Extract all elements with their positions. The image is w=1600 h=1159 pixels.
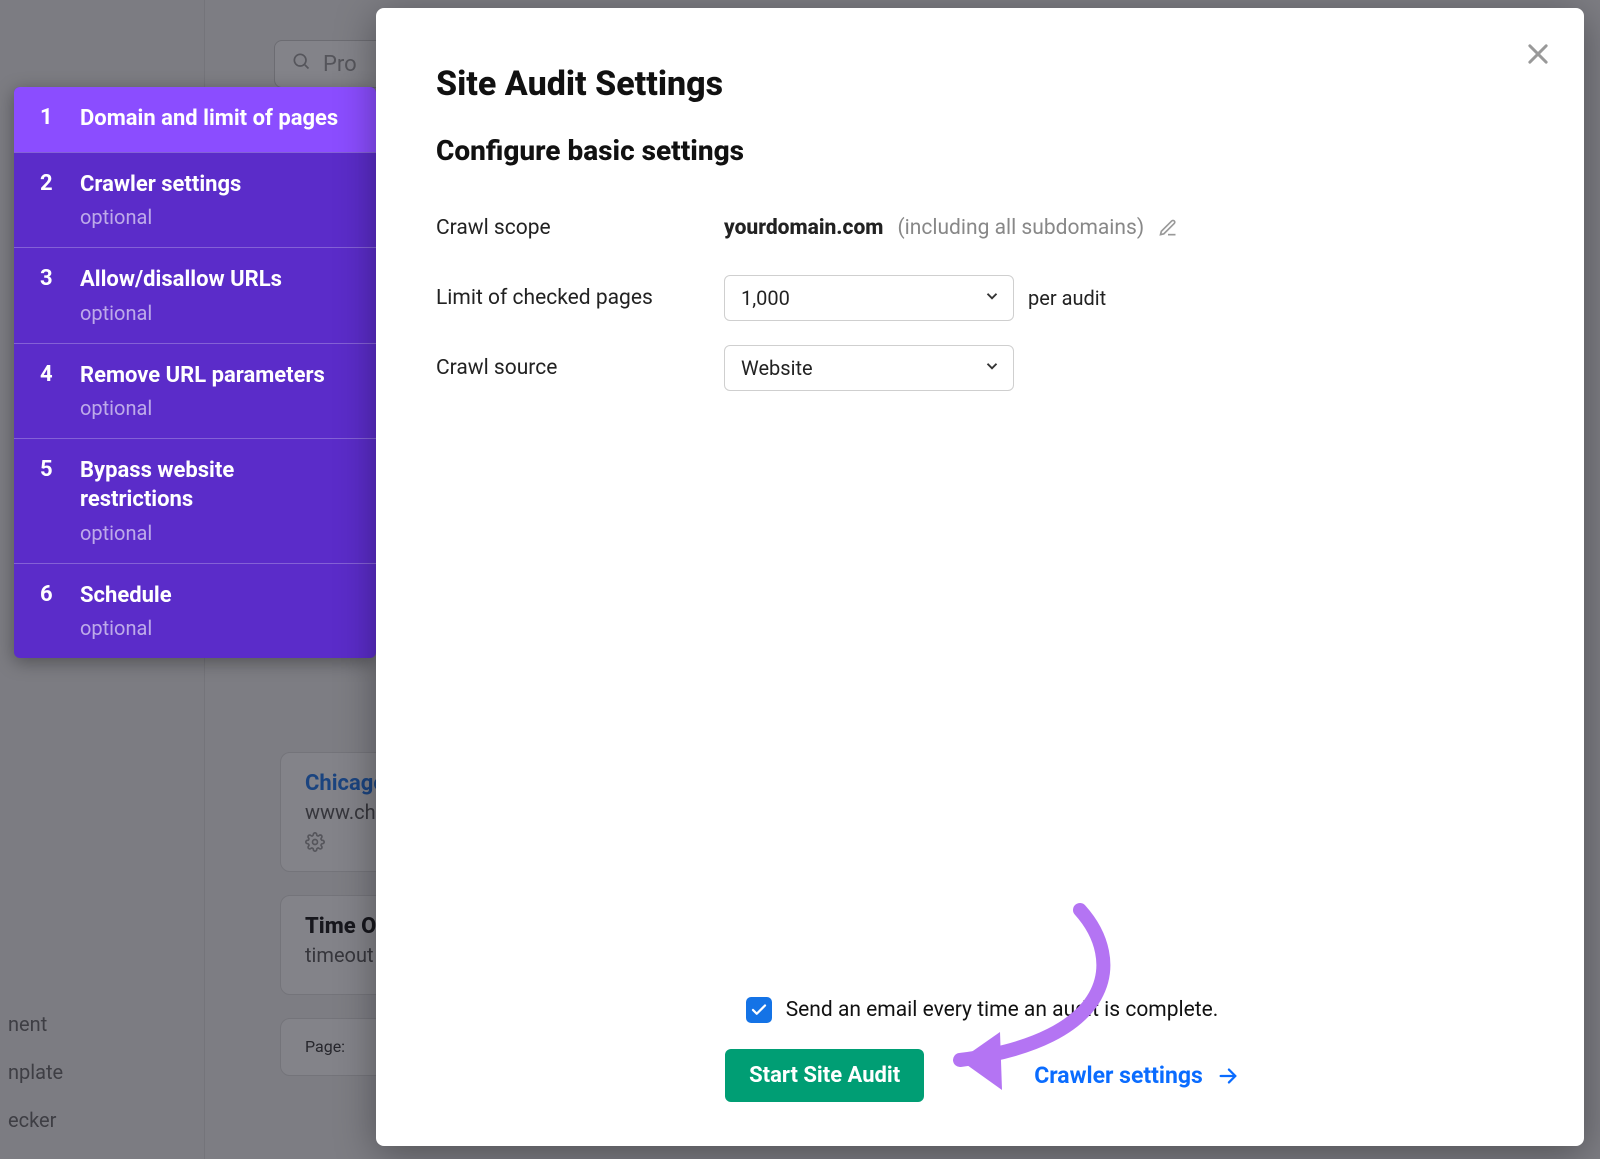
wizard-step-title: Domain and limit of pages	[80, 105, 352, 134]
wizard-step-title: Remove URL parameters	[80, 362, 352, 391]
wizard-step-optional: optional	[80, 205, 352, 229]
footer-actions: Start Site Audit Crawler settings	[725, 1049, 1239, 1102]
wizard-step-crawler-settings[interactable]: 2 Crawler settings optional	[14, 152, 376, 248]
modal-footer: Send an email every time an audit is com…	[436, 997, 1528, 1102]
row-crawl-source: Crawl source Website	[436, 341, 1528, 395]
wizard-step-optional: optional	[80, 396, 352, 420]
wizard-step-remove-url-parameters[interactable]: 4 Remove URL parameters optional	[14, 343, 376, 439]
crawl-scope-hint: (including all subdomains)	[897, 216, 1144, 240]
email-notify-row: Send an email every time an audit is com…	[746, 997, 1219, 1023]
crawl-scope-domain: yourdomain.com	[724, 216, 883, 240]
chevron-down-icon	[983, 286, 1001, 310]
wizard-step-optional: optional	[80, 301, 352, 325]
wizard-steps: 1 Domain and limit of pages 2 Crawler se…	[14, 87, 376, 658]
label-crawl-source: Crawl source	[436, 356, 724, 380]
wizard-step-title: Schedule	[80, 582, 352, 611]
label-crawl-scope: Crawl scope	[436, 216, 724, 240]
limit-pages-suffix: per audit	[1028, 286, 1106, 310]
wizard-step-domain-limit[interactable]: 1 Domain and limit of pages	[14, 87, 376, 152]
email-notify-label: Send an email every time an audit is com…	[786, 998, 1219, 1022]
row-crawl-scope: Crawl scope yourdomain.com (including al…	[436, 201, 1528, 255]
wizard-step-title: Allow/disallow URLs	[80, 266, 352, 295]
site-audit-settings-modal: Site Audit Settings Configure basic sett…	[376, 8, 1584, 1146]
wizard-step-number: 5	[40, 457, 58, 544]
wizard-step-title: Crawler settings	[80, 171, 352, 200]
crawl-source-value: Website	[741, 356, 813, 380]
wizard-step-optional: optional	[80, 616, 352, 640]
label-limit-pages: Limit of checked pages	[436, 286, 724, 310]
crawl-source-select[interactable]: Website	[724, 345, 1014, 391]
wizard-step-bypass-restrictions[interactable]: 5 Bypass website restrictions optional	[14, 438, 376, 562]
basic-settings-form: Crawl scope yourdomain.com (including al…	[436, 201, 1528, 411]
chevron-down-icon	[983, 356, 1001, 380]
wizard-step-number: 2	[40, 171, 58, 230]
limit-pages-select[interactable]: 1,000	[724, 275, 1014, 321]
crawler-settings-link[interactable]: Crawler settings	[1034, 1062, 1239, 1089]
arrow-right-icon	[1217, 1065, 1239, 1087]
start-site-audit-button[interactable]: Start Site Audit	[725, 1049, 924, 1102]
email-notify-checkbox[interactable]	[746, 997, 772, 1023]
wizard-step-allow-disallow-urls[interactable]: 3 Allow/disallow URLs optional	[14, 247, 376, 343]
close-button[interactable]	[1520, 36, 1556, 72]
modal-subtitle: Configure basic settings	[436, 134, 1528, 167]
crawler-settings-link-label: Crawler settings	[1034, 1062, 1203, 1089]
wizard-step-number: 3	[40, 266, 58, 325]
modal-title: Site Audit Settings	[436, 64, 1528, 104]
wizard-step-number: 1	[40, 105, 58, 134]
row-limit-pages: Limit of checked pages 1,000 per audit	[436, 271, 1528, 325]
wizard-step-number: 4	[40, 362, 58, 421]
wizard-step-optional: optional	[80, 521, 352, 545]
wizard-step-title: Bypass website restrictions	[80, 457, 352, 514]
edit-icon[interactable]	[1158, 218, 1178, 238]
wizard-step-number: 6	[40, 582, 58, 641]
wizard-step-schedule[interactable]: 6 Schedule optional	[14, 563, 376, 659]
limit-pages-value: 1,000	[741, 286, 790, 310]
